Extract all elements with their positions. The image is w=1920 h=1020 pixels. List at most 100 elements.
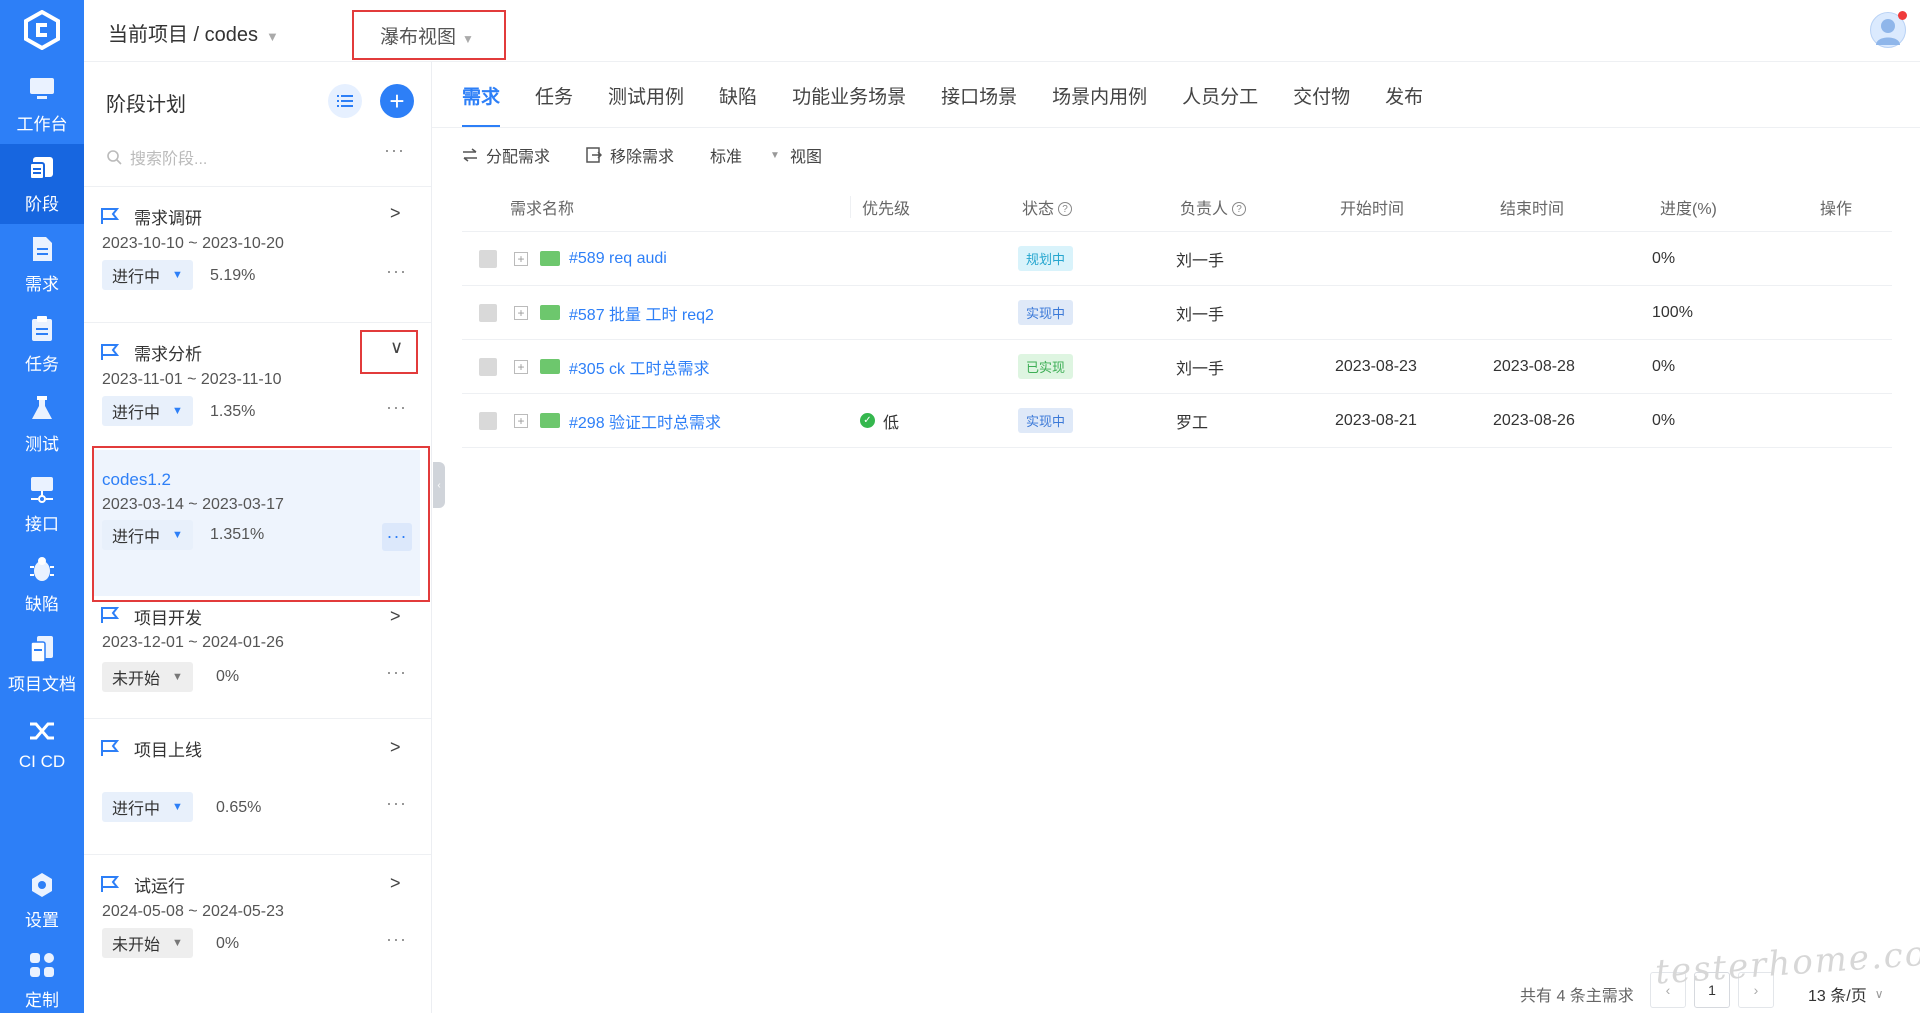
expand-row-icon[interactable]: + xyxy=(514,305,528,320)
expand-arrow-icon[interactable]: > xyxy=(390,737,401,758)
view-selector[interactable]: 瀑布视图 ▼ xyxy=(352,10,506,60)
page-size-select[interactable]: 13 条/页 ∨ xyxy=(1808,980,1884,1008)
expand-arrow-icon[interactable]: > xyxy=(390,606,401,627)
table-row[interactable]: + #589 req audi 规划中 刘一手 0% xyxy=(462,232,1892,286)
tab-requirements[interactable]: 需求 xyxy=(462,82,501,128)
col-status-label: 状态 xyxy=(1022,200,1055,218)
stage-item[interactable]: 试运行 > 2024-05-08 ~ 2024-05-23 未开始 ▼ 0% ··… xyxy=(84,854,431,990)
status-badge: 规划中 xyxy=(1018,246,1074,271)
requirement-name-link[interactable]: #587 批量 工时 req2 xyxy=(569,301,714,325)
expand-row-icon[interactable]: + xyxy=(514,413,528,428)
help-icon[interactable]: ? xyxy=(1232,202,1247,217)
table-row[interactable]: + #298 验证工时总需求 ✓ 低 实现中 罗工 2023-08-21 2023… xyxy=(462,394,1892,448)
help-icon[interactable]: ? xyxy=(1058,202,1073,217)
table-row[interactable]: + #587 批量 工时 req2 实现中 刘一手 100% xyxy=(462,286,1892,340)
row-checkbox[interactable] xyxy=(479,303,497,322)
remove-icon xyxy=(586,147,603,163)
app-logo-icon[interactable] xyxy=(20,8,64,52)
owner-cell: 刘一手 xyxy=(1176,252,1225,270)
col-end: 结束时间 xyxy=(1500,200,1565,218)
expand-row-icon[interactable]: + xyxy=(514,359,528,374)
expand-arrow-icon[interactable]: > xyxy=(390,203,401,224)
end-date-cell: 2023-08-26 xyxy=(1493,411,1575,429)
top-bar: 当前项目 / codes ▼ 瀑布视图 ▼ xyxy=(84,0,1920,62)
stage-status-dropdown[interactable]: 未开始 ▼ xyxy=(102,928,193,958)
stage-icon xyxy=(27,154,57,184)
assign-requirements-button[interactable]: 分配需求 xyxy=(462,143,550,167)
clipboard-icon xyxy=(27,314,57,344)
flag-icon xyxy=(101,607,120,623)
add-stage-button[interactable]: + xyxy=(380,84,414,118)
settings-icon xyxy=(27,870,57,900)
status-label: 未开始 xyxy=(112,937,161,954)
stage-status-dropdown[interactable]: 进行中 ▼ xyxy=(102,396,193,426)
stage-more-button[interactable]: ··· xyxy=(386,793,407,814)
nav-item-customize[interactable]: 定制 xyxy=(0,940,84,1020)
file-icon xyxy=(27,634,57,664)
project-breadcrumb[interactable]: 当前项目 / codes ▼ xyxy=(108,18,279,47)
stage-more-button[interactable]: ··· xyxy=(386,662,407,683)
expand-arrow-icon[interactable]: > xyxy=(390,873,401,894)
stage-item[interactable]: 项目开发 > 2023-12-01 ~ 2024-01-26 未开始 ▼ 0% ·… xyxy=(84,600,431,736)
requirement-name-link[interactable]: #305 ck 工时总需求 xyxy=(569,355,710,379)
flag-icon xyxy=(101,740,120,756)
row-checkbox[interactable] xyxy=(479,411,497,430)
nav-item-cicd[interactable]: CI CD xyxy=(0,704,84,784)
nav-item-label: CI CD xyxy=(18,752,66,771)
nav-item-workbench[interactable]: 工作台 xyxy=(0,64,84,144)
tab-api-scenarios[interactable]: 接口场景 xyxy=(941,82,1017,122)
row-checkbox[interactable] xyxy=(479,249,497,268)
stage-more-button[interactable]: ··· xyxy=(386,261,407,282)
tab-staffing[interactable]: 人员分工 xyxy=(1182,82,1258,122)
nav-item-defects[interactable]: 缺陷 xyxy=(0,544,84,624)
requirement-name-link[interactable]: #298 验证工时总需求 xyxy=(569,409,721,433)
stage-status-dropdown[interactable]: 进行中 ▼ xyxy=(102,260,193,290)
flask-icon xyxy=(27,394,57,424)
priority-label: 低 xyxy=(883,414,900,432)
notification-dot xyxy=(1898,11,1907,20)
nav-item-tasks[interactable]: 任务 xyxy=(0,304,84,384)
nav-item-settings[interactable]: 设置 xyxy=(0,860,84,940)
list-view-button[interactable] xyxy=(328,84,362,118)
stage-status-dropdown[interactable]: 未开始 ▼ xyxy=(102,662,193,692)
tab-test-cases[interactable]: 测试用例 xyxy=(608,82,684,122)
requirement-name-link[interactable]: #589 req audi xyxy=(569,250,667,268)
view-selector-label: 瀑布视图 xyxy=(380,27,457,48)
stage-panel-title: 阶段计划 xyxy=(106,94,186,116)
tab-defects[interactable]: 缺陷 xyxy=(719,82,757,122)
view-dropdown[interactable]: ▼ 视图 xyxy=(770,143,822,167)
stage-more-button[interactable]: ··· xyxy=(386,929,407,950)
nav-item-project-docs[interactable]: 项目文档 xyxy=(0,624,84,704)
stage-item[interactable]: 需求调研 > 2023-10-10 ~ 2023-10-20 进行中 ▼ 5.19… xyxy=(84,186,431,322)
stage-search-input[interactable]: 搜索阶段... xyxy=(106,142,326,172)
stage-more-button[interactable]: ··· xyxy=(386,397,407,418)
tab-tasks[interactable]: 任务 xyxy=(535,82,573,122)
chevron-left-icon: ‹ xyxy=(437,479,441,491)
nav-item-label: 任务 xyxy=(25,354,59,374)
panel-collapse-handle[interactable]: ‹ xyxy=(433,462,445,508)
expand-row-icon[interactable]: + xyxy=(514,251,528,266)
standard-label: 标准 xyxy=(710,149,743,166)
stage-item[interactable]: 项目上线 > 进行中 ▼ 0.65% ··· xyxy=(84,718,431,854)
standard-filter[interactable]: 标准 xyxy=(710,143,742,167)
stage-progress: 0% xyxy=(216,668,240,685)
total-count-label: 共有 4 条主需求 xyxy=(1520,988,1634,1005)
progress-cell: 0% xyxy=(1652,357,1676,375)
check-circle-icon: ✓ xyxy=(860,413,875,428)
user-avatar[interactable] xyxy=(1870,11,1907,48)
nav-item-stage[interactable]: 阶段 xyxy=(0,144,84,224)
requirements-toolbar: 分配需求 移除需求 标准 ▼ 视图 xyxy=(462,140,858,170)
nav-item-requirements[interactable]: 需求 xyxy=(0,224,84,304)
tab-deliverables[interactable]: 交付物 xyxy=(1293,82,1350,122)
row-checkbox[interactable] xyxy=(479,357,497,376)
tab-release[interactable]: 发布 xyxy=(1385,82,1423,122)
nav-item-test[interactable]: 测试 xyxy=(0,384,84,464)
remove-requirements-button[interactable]: 移除需求 xyxy=(586,143,674,167)
tab-business-scenarios[interactable]: 功能业务场景 xyxy=(792,82,906,122)
nav-item-api[interactable]: 接口 xyxy=(0,464,84,544)
progress-cell: 0% xyxy=(1652,249,1676,267)
search-more-button[interactable]: ··· xyxy=(384,140,405,161)
table-row[interactable]: + #305 ck 工时总需求 已实现 刘一手 2023-08-23 2023-… xyxy=(462,340,1892,394)
tab-scenario-cases[interactable]: 场景内用例 xyxy=(1052,82,1147,122)
stage-status-dropdown[interactable]: 进行中 ▼ xyxy=(102,792,193,822)
